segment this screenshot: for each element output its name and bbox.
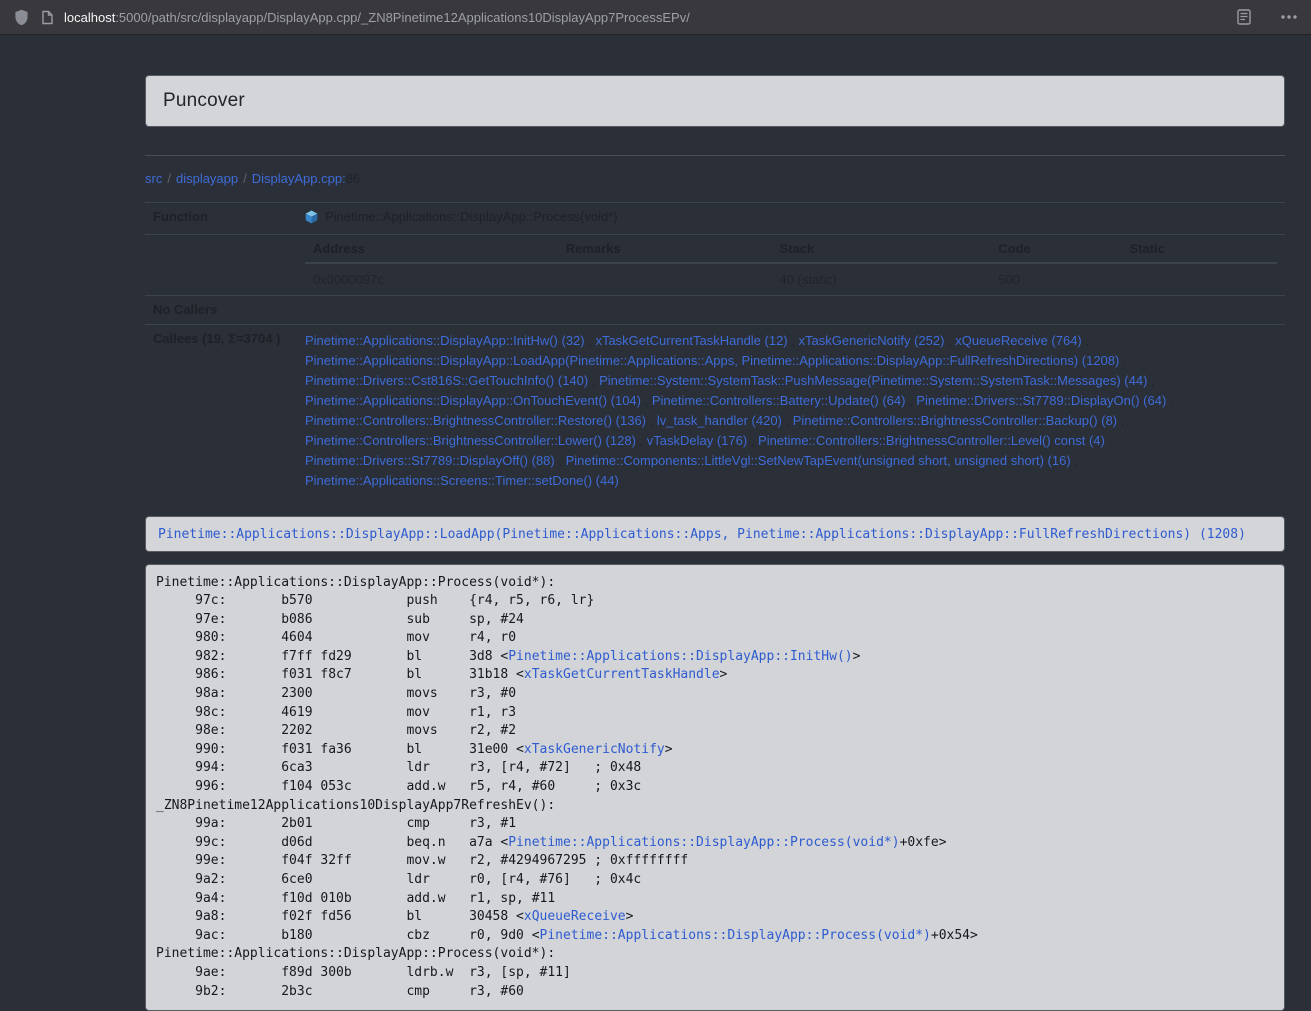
callee-separator: , <box>1119 353 1126 368</box>
app-title-panel: Puncover <box>145 75 1285 127</box>
table-row: Address Remarks Stack Code Static 0x0000… <box>145 234 1285 295</box>
callee-link[interactable]: Pinetime::Controllers::BrightnessControl… <box>758 433 1105 448</box>
breadcrumb-dir-link[interactable]: displayapp <box>176 171 238 186</box>
breadcrumb-src-link[interactable]: src <box>145 171 162 186</box>
no-callers-label: No Callers <box>145 295 297 324</box>
table-row: No Callers <box>145 295 1285 324</box>
callee-separator: , <box>788 333 799 348</box>
callee-separator: , <box>1166 393 1173 408</box>
callee-link[interactable]: Pinetime::Components::LittleVgl::SetNewT… <box>566 453 1071 468</box>
page-content: Puncover src / displayapp / DisplayApp.cpp:8… <box>0 35 1311 1011</box>
stack-value: 40 (static) <box>772 263 991 295</box>
callee-link[interactable]: Pinetime::Applications::DisplayApp::OnTo… <box>305 393 641 408</box>
code-symbol-link[interactable]: Pinetime::Applications::DisplayApp::Proc… <box>508 835 899 850</box>
divider <box>145 155 1285 156</box>
table-row: Function Pinetime::Applications::Display… <box>145 203 1285 235</box>
page-title: Puncover <box>163 90 1267 112</box>
callee-separator: , <box>636 433 647 448</box>
page-icon <box>41 10 54 25</box>
shield-icon[interactable] <box>14 9 29 26</box>
table-row: Callees (19, Σ=3704 ) Pinetime::Applicat… <box>145 324 1285 498</box>
callee-link[interactable]: xTaskGetCurrentTaskHandle (12) <box>595 333 787 348</box>
address-value: 0x0000097c <box>305 263 558 295</box>
code-symbol-link[interactable]: xQueueReceive <box>524 909 626 924</box>
callees-label: Callees (19, Σ=3704 ) <box>145 324 297 498</box>
callee-link[interactable]: Pinetime::Controllers::BrightnessControl… <box>793 413 1117 428</box>
reader-view-icon[interactable] <box>1237 9 1251 25</box>
table-header-row: Address Remarks Stack Code Static <box>305 235 1277 263</box>
callee-separator: , <box>555 453 566 468</box>
callee-separator: , <box>641 393 652 408</box>
loadapp-panel: Pinetime::Applications::DisplayApp::Load… <box>145 516 1285 552</box>
callee-link[interactable]: Pinetime::Controllers::Battery::Update()… <box>652 393 906 408</box>
breadcrumb-separator: / <box>167 171 171 186</box>
callee-link[interactable]: xTaskGenericNotify (252) <box>799 333 945 348</box>
browser-toolbar: localhost:5000/path/src/displayapp/Displ… <box>0 0 1311 35</box>
address-table: Address Remarks Stack Code Static 0x0000… <box>305 235 1277 295</box>
breadcrumb: src / displayapp / DisplayApp.cpp:86 <box>145 171 1285 187</box>
callee-separator: , <box>782 413 793 428</box>
code-symbol-link[interactable]: Pinetime::Applications::DisplayApp::Init… <box>508 649 852 664</box>
callee-link[interactable]: Pinetime::Controllers::BrightnessControl… <box>305 433 636 448</box>
symbol-table: Function Pinetime::Applications::Display… <box>145 202 1285 498</box>
callee-link[interactable]: Pinetime::Drivers::St7789::DisplayOff() … <box>305 453 555 468</box>
code-symbol-link[interactable]: xTaskGenericNotify <box>524 742 665 757</box>
disassembly-block: Pinetime::Applications::DisplayApp::Proc… <box>145 564 1285 1011</box>
loadapp-link[interactable]: Pinetime::Applications::DisplayApp::Load… <box>158 527 1246 542</box>
callee-link[interactable]: xQueueReceive (764) <box>955 333 1081 348</box>
column-header-remarks: Remarks <box>558 235 772 263</box>
callee-separator: , <box>585 333 596 348</box>
code-symbol-link[interactable]: xTaskGetCurrentTaskHandle <box>524 667 720 682</box>
callee-separator: , <box>1147 373 1154 388</box>
callee-link[interactable]: Pinetime::Applications::DisplayApp::Load… <box>305 353 1119 368</box>
breadcrumb-separator: / <box>243 171 247 186</box>
url-path: :5000/path/src/displayapp/DisplayApp.cpp… <box>115 10 690 25</box>
function-row-label: Function <box>145 203 297 235</box>
callee-separator: , <box>588 373 599 388</box>
breadcrumb-file-link[interactable]: DisplayApp.cpp: <box>252 171 346 186</box>
column-header-stack: Stack <box>772 235 991 263</box>
static-value <box>1121 263 1277 295</box>
code-symbol-link[interactable]: Pinetime::Applications::DisplayApp::Proc… <box>540 928 931 943</box>
callee-separator: , <box>646 413 657 428</box>
callee-link[interactable]: lv_task_handler (420) <box>657 413 782 428</box>
column-header-static: Static <box>1121 235 1277 263</box>
breadcrumb-line-number: 86 <box>346 171 360 186</box>
column-header-code: Code <box>990 235 1121 263</box>
url-text: localhost:5000/path/src/displayapp/Displ… <box>64 10 690 25</box>
table-row: 0x0000097c 40 (static) 500 <box>305 263 1277 295</box>
callee-link[interactable]: Pinetime::System::SystemTask::PushMessag… <box>599 373 1147 388</box>
remarks-value <box>558 263 772 295</box>
callees-list: Pinetime::Applications::DisplayApp::Init… <box>297 324 1285 498</box>
callee-separator: , <box>1117 413 1124 428</box>
code-value: 500 <box>990 263 1121 295</box>
callee-link[interactable]: Pinetime::Drivers::Cst816S::GetTouchInfo… <box>305 373 588 388</box>
callee-separator: , <box>1071 453 1078 468</box>
callee-link[interactable]: vTaskDelay (176) <box>647 433 747 448</box>
callee-separator: , <box>1105 433 1112 448</box>
empty-row-label <box>145 234 297 295</box>
callee-separator: , <box>1082 333 1089 348</box>
no-callers-cell <box>297 295 1285 324</box>
callee-link[interactable]: Pinetime::Applications::Screens::Timer::… <box>305 473 619 488</box>
column-header-address: Address <box>305 235 558 263</box>
callee-link[interactable]: Pinetime::Drivers::St7789::DisplayOn() (… <box>916 393 1166 408</box>
callee-link[interactable]: Pinetime::Applications::DisplayApp::Init… <box>305 333 585 348</box>
callee-separator: , <box>747 433 758 448</box>
callee-separator: , <box>905 393 916 408</box>
menu-icon[interactable] <box>1281 15 1297 19</box>
function-signature: Pinetime::Applications::DisplayApp::Proc… <box>325 209 618 224</box>
url-bar[interactable]: localhost:5000/path/src/displayapp/Displ… <box>41 10 1225 25</box>
callee-link[interactable]: Pinetime::Controllers::BrightnessControl… <box>305 413 646 428</box>
callee-separator: , <box>944 333 955 348</box>
url-host: localhost <box>64 10 115 25</box>
symbol-type-icon <box>305 210 318 224</box>
